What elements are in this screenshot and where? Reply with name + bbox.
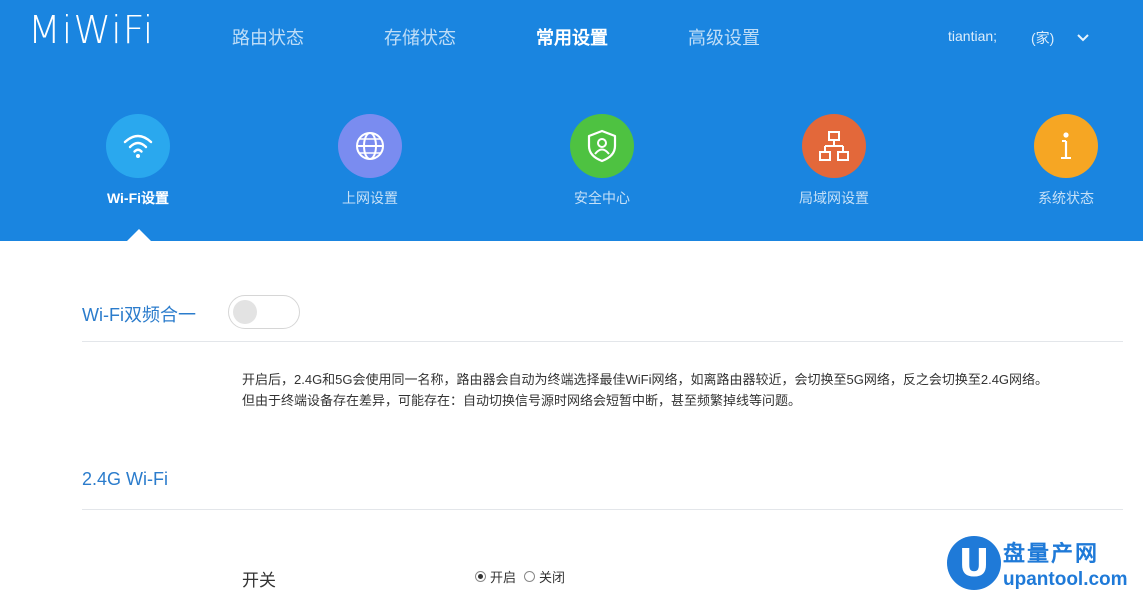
- category-label: 上网设置: [342, 190, 398, 206]
- divider: [82, 509, 1123, 510]
- watermark-logo: U: [947, 536, 1001, 590]
- category-internet-settings[interactable]: 上网设置: [300, 114, 440, 214]
- category-label: Wi-Fi设置: [106, 190, 170, 206]
- wifi-24g-title: 2.4G Wi-Fi: [82, 469, 169, 489]
- category-label: 系统状态: [1038, 190, 1094, 206]
- username: tiantian;: [948, 28, 998, 44]
- user-location: (家): [1031, 30, 1055, 46]
- chevron-down-icon[interactable]: [1075, 29, 1091, 45]
- network-icon: [802, 114, 866, 178]
- wifi-24g-switch-radios: 开启 关闭: [475, 567, 573, 586]
- nav-common-settings[interactable]: 常用设置: [536, 24, 608, 50]
- dual-band-description: 开启后，2.4G和5G会使用同一名称，路由器会自动为终端选择最佳WiFi网络，如…: [242, 369, 1048, 411]
- dual-band-title: Wi-Fi双频合一: [82, 305, 196, 325]
- info-icon: [1034, 114, 1098, 178]
- miwifi-logo: MiWiFi: [28, 8, 155, 52]
- watermark: U 盘量产网 upantool.com: [945, 533, 1143, 597]
- description-line: 但由于终端设备存在差异，可能存在：自动切换信号源时网络会短暂中断，甚至频繁掉线等…: [242, 393, 802, 408]
- radio-on-label[interactable]: 开启: [490, 567, 516, 586]
- header-banner: MiWiFi 路由状态 存储状态 常用设置 高级设置 tiantian; (家): [0, 0, 1143, 241]
- nav-router-status[interactable]: 路由状态: [232, 24, 304, 50]
- dual-band-toggle[interactable]: [228, 295, 300, 329]
- radio-off-label[interactable]: 关闭: [539, 567, 565, 586]
- user-menu[interactable]: tiantian; (家): [903, 28, 1143, 48]
- wifi-24g-switch-label: 开关: [242, 571, 276, 590]
- miwifi-admin-page: MiWiFi 路由状态 存储状态 常用设置 高级设置 tiantian; (家): [0, 0, 1143, 597]
- radio-off[interactable]: [524, 571, 536, 582]
- category-system-status[interactable]: 系统状态: [996, 114, 1136, 214]
- divider: [82, 341, 1123, 342]
- watermark-url: upantool.com: [1003, 569, 1128, 590]
- nav-storage-status[interactable]: 存储状态: [384, 24, 456, 50]
- globe-icon: [338, 114, 402, 178]
- active-category-pointer: [127, 229, 151, 241]
- category-security-center[interactable]: 安全中心: [532, 114, 672, 214]
- toggle-knob: [233, 300, 257, 324]
- category-label: 局域网设置: [799, 190, 869, 206]
- shield-user-icon: [570, 114, 634, 178]
- category-lan-settings[interactable]: 局域网设置: [764, 114, 904, 214]
- nav-advanced-settings[interactable]: 高级设置: [688, 24, 760, 50]
- radio-on[interactable]: [475, 571, 486, 582]
- watermark-text: 盘量产网: [1003, 541, 1100, 566]
- category-wifi-settings[interactable]: Wi-Fi设置: [68, 114, 208, 214]
- category-label: 安全中心: [574, 190, 630, 206]
- wifi-icon: [106, 114, 170, 178]
- description-line: 开启后，2.4G和5G会使用同一名称，路由器会自动为终端选择最佳WiFi网络，如…: [242, 372, 1049, 387]
